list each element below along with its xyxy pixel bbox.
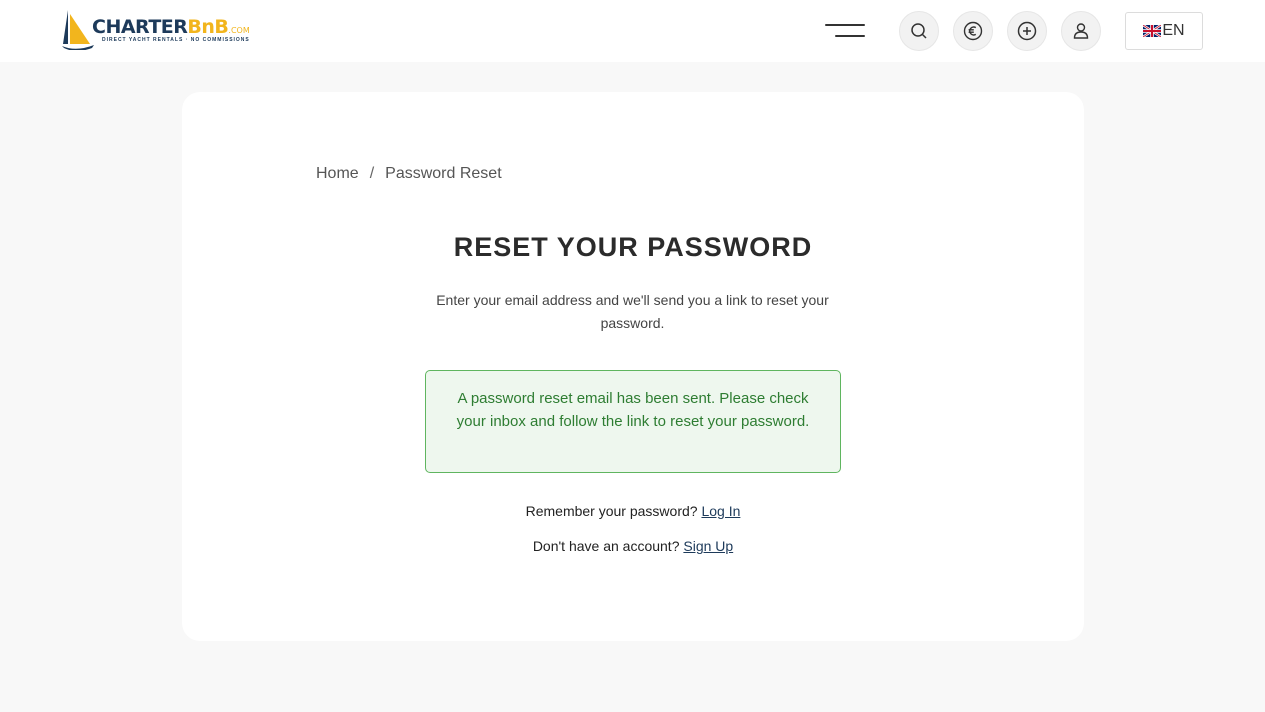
remember-text: Remember your password? [525, 503, 698, 519]
search-button[interactable] [899, 11, 939, 51]
brand-name-part1: CHARTER [92, 16, 188, 38]
signup-prompt: Don't have an account? Sign Up [182, 538, 1084, 554]
breadcrumb-separator: / [369, 165, 375, 182]
page-description: Enter your email address and we'll send … [436, 292, 829, 331]
brand-name-part2: BnB [187, 16, 229, 38]
menu-icon-line [835, 35, 865, 37]
search-icon [911, 23, 927, 39]
menu-button[interactable] [823, 22, 867, 40]
add-listing-button[interactable] [1007, 11, 1047, 51]
breadcrumb: Home / Password Reset [316, 165, 502, 183]
sailboat-logo-icon [62, 10, 94, 50]
currency-button[interactable] [953, 11, 993, 51]
euro-icon [963, 21, 983, 41]
account-button[interactable] [1061, 11, 1101, 51]
language-selector[interactable]: EN [1125, 12, 1203, 50]
brand-wordmark: CHARTERBnB.COM [92, 16, 250, 38]
language-label: EN [1162, 22, 1185, 39]
user-icon [1073, 23, 1089, 39]
site-header: CHARTERBnB.COM DIRECT YACHT RENTALS · NO… [0, 0, 1265, 62]
success-alert: A password reset email has been sent. Pl… [425, 370, 841, 473]
breadcrumb-home-link[interactable]: Home [316, 165, 359, 182]
page-title: RESET YOUR PASSWORD [453, 232, 813, 262]
login-prompt: Remember your password? Log In [182, 503, 1084, 519]
login-link[interactable]: Log In [701, 503, 740, 519]
uk-flag-icon [1143, 25, 1162, 37]
menu-icon [825, 24, 865, 26]
signup-link[interactable]: Sign Up [683, 538, 733, 554]
brand-name-suffix: .COM [228, 26, 250, 35]
plus-circle-icon [1017, 21, 1037, 41]
no-account-text: Don't have an account? [532, 538, 680, 554]
brand-tagline: DIRECT YACHT RENTALS · NO COMMISSIONS [102, 37, 250, 43]
breadcrumb-current: Password Reset [385, 165, 502, 182]
brand-logo[interactable]: CHARTERBnB.COM DIRECT YACHT RENTALS · NO… [62, 8, 252, 52]
